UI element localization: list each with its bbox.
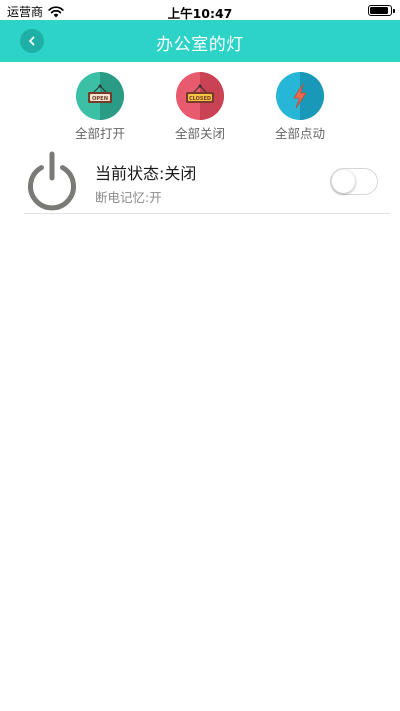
nav-bar: 办公室的灯	[0, 20, 400, 62]
battery-icon	[368, 5, 395, 16]
quick-actions: OPEN 全部打开 CLOSED 全部关闭 全部点动	[0, 62, 400, 142]
open-sign-text: OPEN	[92, 96, 108, 102]
power-memory-status: 断电记忆:开	[95, 190, 162, 205]
power-icon	[28, 151, 76, 211]
switch-knob	[332, 170, 355, 193]
pulse-all-button[interactable]: 全部点动	[260, 72, 340, 142]
status-bar: 运营商 上午10:47	[0, 0, 400, 21]
page-title: 办公室的灯	[156, 35, 244, 55]
close-all-label: 全部关闭	[174, 126, 225, 141]
open-sign-icon: OPEN	[88, 84, 112, 103]
close-all-button[interactable]: CLOSED 全部关闭	[160, 72, 240, 142]
battery-level	[370, 7, 388, 14]
device-state: 当前状态:关闭	[95, 164, 197, 183]
power-toggle-switch[interactable]	[330, 168, 378, 195]
lightning-icon	[293, 83, 307, 109]
open-all-label: 全部打开	[74, 126, 125, 141]
open-all-button[interactable]: OPEN 全部打开	[60, 72, 140, 142]
close-all-circle: CLOSED	[176, 72, 224, 120]
pulse-all-circle	[276, 72, 324, 120]
closed-sign-text: CLOSED	[189, 96, 211, 102]
pulse-all-label: 全部点动	[274, 126, 325, 141]
closed-sign-icon: CLOSED	[186, 84, 214, 103]
open-all-circle: OPEN	[76, 72, 124, 120]
device-row: 当前状态:关闭 断电记忆:开	[24, 148, 390, 214]
